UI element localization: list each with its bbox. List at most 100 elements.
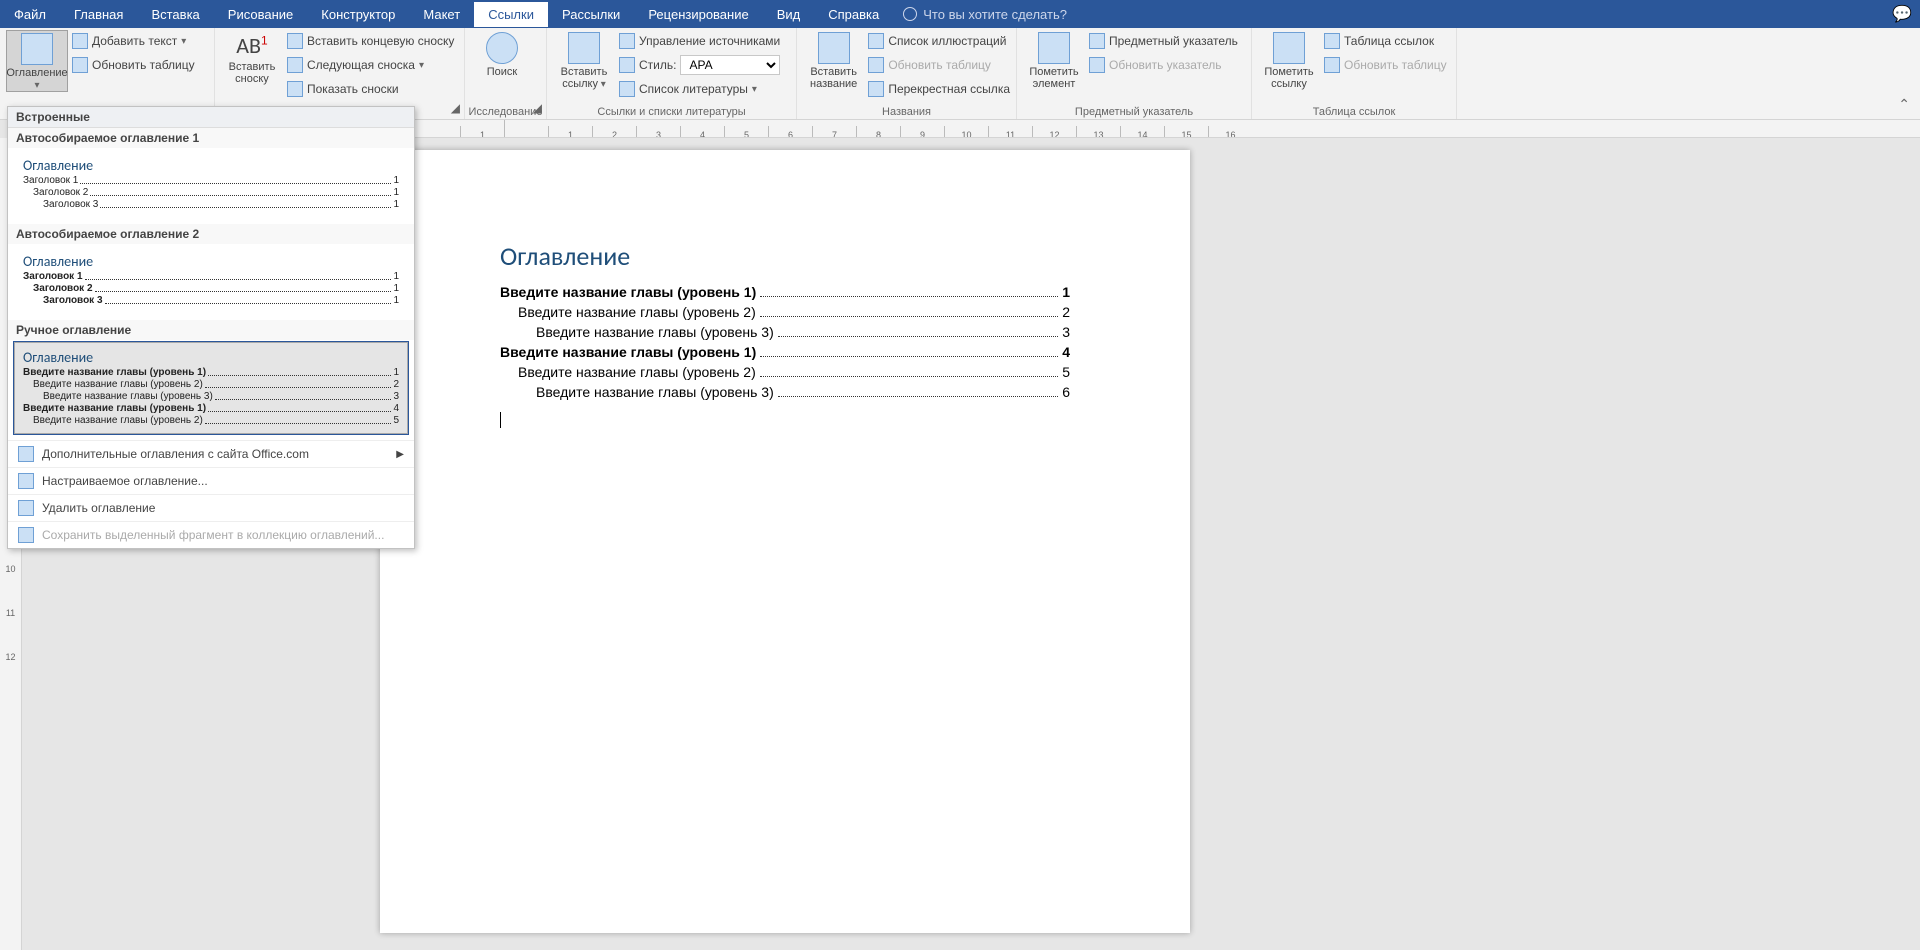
insert-citation-button[interactable]: Вставить ссылку <box>553 30 615 100</box>
add-text-icon <box>72 33 88 49</box>
preview-title: Оглавление <box>23 157 399 174</box>
next-footnote-button[interactable]: Следующая сноска <box>287 54 454 76</box>
manage-sources-icon <box>619 33 635 49</box>
office-icon <box>18 446 34 462</box>
toc-manual-option[interactable]: Оглавление Введите название главы (урове… <box>14 342 408 434</box>
insert-caption-label: Вставить название <box>803 66 864 90</box>
toc-auto2-option[interactable]: Оглавление Заголовок 11 Заголовок 21 Заг… <box>14 246 408 314</box>
auto1-category: Автособираемое оглавление 1 <box>8 128 414 148</box>
remove-toc-icon <box>18 500 34 516</box>
insert-index-button[interactable]: Предметный указатель <box>1089 30 1238 52</box>
index-icon <box>1089 33 1105 49</box>
figures-icon <box>868 33 884 49</box>
preview-title: Оглавление <box>23 253 399 270</box>
mark-entry-label: Пометить элемент <box>1023 66 1085 90</box>
bibliography-button[interactable]: Список литературы <box>619 78 780 100</box>
custom-toc-icon <box>18 473 34 489</box>
menu-file[interactable]: Файл <box>0 2 60 27</box>
save-toc-selection: Сохранить выделенный фрагмент в коллекци… <box>8 521 414 548</box>
search-label: Поиск <box>487 66 517 78</box>
toc-entry[interactable]: Введите название главы (уровень 2)5 <box>500 364 1070 380</box>
comments-icon[interactable]: 💬 <box>1892 4 1912 24</box>
text-cursor <box>500 412 501 428</box>
mark-citation-icon <box>1273 32 1305 64</box>
save-toc-icon <box>18 527 34 543</box>
menu-references[interactable]: Ссылки <box>474 2 548 27</box>
menu-review[interactable]: Рецензирование <box>634 2 762 27</box>
update-toa-button: Обновить таблицу <box>1324 54 1447 76</box>
menu-insert[interactable]: Вставка <box>137 2 213 27</box>
group-label-index: Предметный указатель <box>1017 106 1251 118</box>
manual-category: Ручное оглавление <box>8 320 414 340</box>
lightbulb-icon <box>903 7 917 21</box>
citation-style-row: Стиль: APA <box>619 54 780 76</box>
preview-title: Оглавление <box>23 349 399 366</box>
auto2-category: Автособираемое оглавление 2 <box>8 224 414 244</box>
tell-me-placeholder: Что вы хотите сделать? <box>923 7 1067 22</box>
toc-auto1-option[interactable]: Оглавление Заголовок 11 Заголовок 21 Заг… <box>14 150 408 218</box>
update-index-icon <box>1089 57 1105 73</box>
insert-caption-button[interactable]: Вставить название <box>803 30 864 100</box>
update-figures-icon <box>868 57 884 73</box>
add-text-button[interactable]: Добавить текст <box>72 30 195 52</box>
custom-toc-button[interactable]: Настраиваемое оглавление... <box>8 467 414 494</box>
menu-mailings[interactable]: Рассылки <box>548 2 634 27</box>
group-label-citations: Ссылки и списки литературы <box>547 106 796 118</box>
collapse-ribbon-button[interactable]: ⌃ <box>1898 96 1910 113</box>
update-toa-icon <box>1324 57 1340 73</box>
citation-style-select[interactable]: APA <box>680 55 780 75</box>
group-label-authorities: Таблица ссылок <box>1252 106 1456 118</box>
toc-button[interactable]: Оглавление <box>6 30 68 92</box>
crossref-icon <box>868 81 884 97</box>
toa-icon <box>1324 33 1340 49</box>
footnotes-dialog-launcher[interactable]: ◢ <box>451 101 460 115</box>
update-figures-button: Обновить таблицу <box>868 54 1010 76</box>
insert-endnote-button[interactable]: Вставить концевую сноску <box>287 30 454 52</box>
toc-entry[interactable]: Введите название главы (уровень 1)4 <box>500 344 1070 360</box>
insert-citation-label: Вставить ссылку <box>553 66 615 90</box>
figures-list-button[interactable]: Список иллюстраций <box>868 30 1010 52</box>
toc-dropdown: Встроенные Автособираемое оглавление 1 О… <box>7 106 415 549</box>
menu-help[interactable]: Справка <box>814 2 893 27</box>
update-toc-icon <box>72 57 88 73</box>
menu-design[interactable]: Конструктор <box>307 2 409 27</box>
toc-label: Оглавление <box>6 67 67 91</box>
menu-layout[interactable]: Макет <box>409 2 474 27</box>
doc-toc-title: Оглавление <box>500 240 1070 272</box>
toc-entry[interactable]: Введите название главы (уровень 1)1 <box>500 284 1070 300</box>
mark-entry-icon <box>1038 32 1070 64</box>
toc-entry[interactable]: Введите название главы (уровень 3)3 <box>500 324 1070 340</box>
endnote-icon <box>287 33 303 49</box>
menu-view[interactable]: Вид <box>763 2 815 27</box>
toc-icon <box>21 33 53 65</box>
style-label: Стиль: <box>639 58 676 72</box>
update-toc-button[interactable]: Обновить таблицу <box>72 54 195 76</box>
manage-sources-button[interactable]: Управление источниками <box>619 30 780 52</box>
remove-toc-button[interactable]: Удалить оглавление <box>8 494 414 521</box>
menu-home[interactable]: Главная <box>60 2 137 27</box>
dropdown-header: Встроенные <box>8 107 414 128</box>
document-page[interactable]: Оглавление Введите название главы (урове… <box>380 150 1190 933</box>
next-footnote-icon <box>287 57 303 73</box>
citation-icon <box>568 32 600 64</box>
caption-icon <box>818 32 850 64</box>
show-footnotes-icon <box>287 81 303 97</box>
group-label-captions: Названия <box>797 106 1016 118</box>
insert-footnote-button[interactable]: AB1 Вставить сноску <box>221 30 283 100</box>
table-of-authorities-button[interactable]: Таблица ссылок <box>1324 30 1447 52</box>
menu-bar: Файл Главная Вставка Рисование Конструкт… <box>0 0 1920 28</box>
show-footnotes-button[interactable]: Показать сноски <box>287 78 454 100</box>
mark-citation-button[interactable]: Пометить ссылку <box>1258 30 1320 90</box>
mark-citation-label: Пометить ссылку <box>1258 66 1320 90</box>
bibliography-icon <box>619 81 635 97</box>
mark-entry-button[interactable]: Пометить элемент <box>1023 30 1085 90</box>
toc-entry[interactable]: Введите название главы (уровень 3)6 <box>500 384 1070 400</box>
update-index-button: Обновить указатель <box>1089 54 1238 76</box>
toc-entry[interactable]: Введите название главы (уровень 2)2 <box>500 304 1070 320</box>
menu-draw[interactable]: Рисование <box>214 2 307 27</box>
research-dialog-launcher[interactable]: ◢ <box>533 101 542 115</box>
cross-reference-button[interactable]: Перекрестная ссылка <box>868 78 1010 100</box>
search-button[interactable]: Поиск <box>471 30 533 78</box>
tell-me-search[interactable]: Что вы хотите сделать? <box>903 7 1067 22</box>
more-toc-from-office[interactable]: Дополнительные оглавления с сайта Office… <box>8 440 414 467</box>
